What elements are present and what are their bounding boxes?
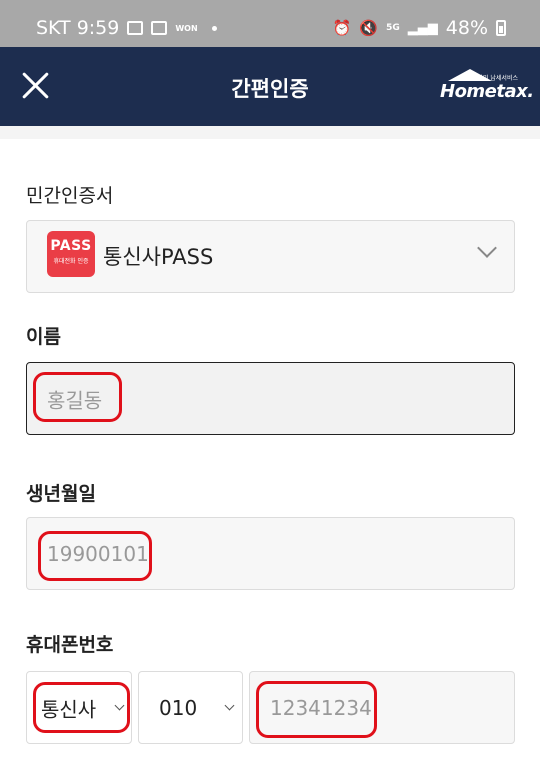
- status-left: SKT 9:59 WON: [36, 17, 217, 39]
- chevron-down-icon: [224, 700, 235, 711]
- alarm-icon: ⏰: [332, 19, 352, 37]
- prefix-value: 010: [159, 695, 198, 720]
- phone-label: 휴대폰번호: [26, 634, 114, 656]
- highlight-mark: [38, 531, 152, 581]
- status-bar: SKT 9:59 WON ⏰ 🔇 5G ▂▄▆ 48%: [0, 0, 540, 47]
- highlight-mark: [256, 681, 377, 738]
- network-label: 5G: [386, 23, 400, 33]
- chevron-down-icon: [477, 238, 497, 258]
- notification-dot-icon: [211, 25, 217, 31]
- birth-label: 생년월일: [26, 483, 96, 505]
- mail-icon: [151, 21, 168, 35]
- name-label: 이름: [26, 326, 61, 348]
- won-icon: WON: [175, 23, 198, 33]
- battery-level: 48%: [445, 17, 488, 39]
- auth-form: 민간인증서 PASS 휴대전화 인증 통신사PASS 이름 홍길동 생년월일 1…: [0, 139, 540, 763]
- app-header: 간편인증 전자민 납세서비스 Hometax.: [0, 47, 540, 126]
- hometax-logo: 전자민 납세서비스 Hometax.: [440, 69, 534, 105]
- signal-icon: ▂▄▆: [407, 20, 438, 36]
- prefix-select[interactable]: 010: [138, 671, 243, 744]
- carrier-time: SKT 9:59: [36, 17, 120, 39]
- cert-selected-value: 통신사PASS: [103, 245, 214, 269]
- battery-icon: [496, 20, 506, 36]
- gallery-icon: [127, 21, 144, 35]
- highlight-mark: [33, 682, 130, 733]
- highlight-mark: [33, 372, 122, 422]
- mute-icon: 🔇: [359, 19, 379, 37]
- status-right: ⏰ 🔇 5G ▂▄▆ 48%: [333, 17, 506, 39]
- pass-icon: PASS 휴대전화 인증: [47, 231, 95, 277]
- cert-select[interactable]: PASS 휴대전화 인증 통신사PASS: [26, 220, 515, 293]
- cert-label: 민간인증서: [26, 185, 114, 207]
